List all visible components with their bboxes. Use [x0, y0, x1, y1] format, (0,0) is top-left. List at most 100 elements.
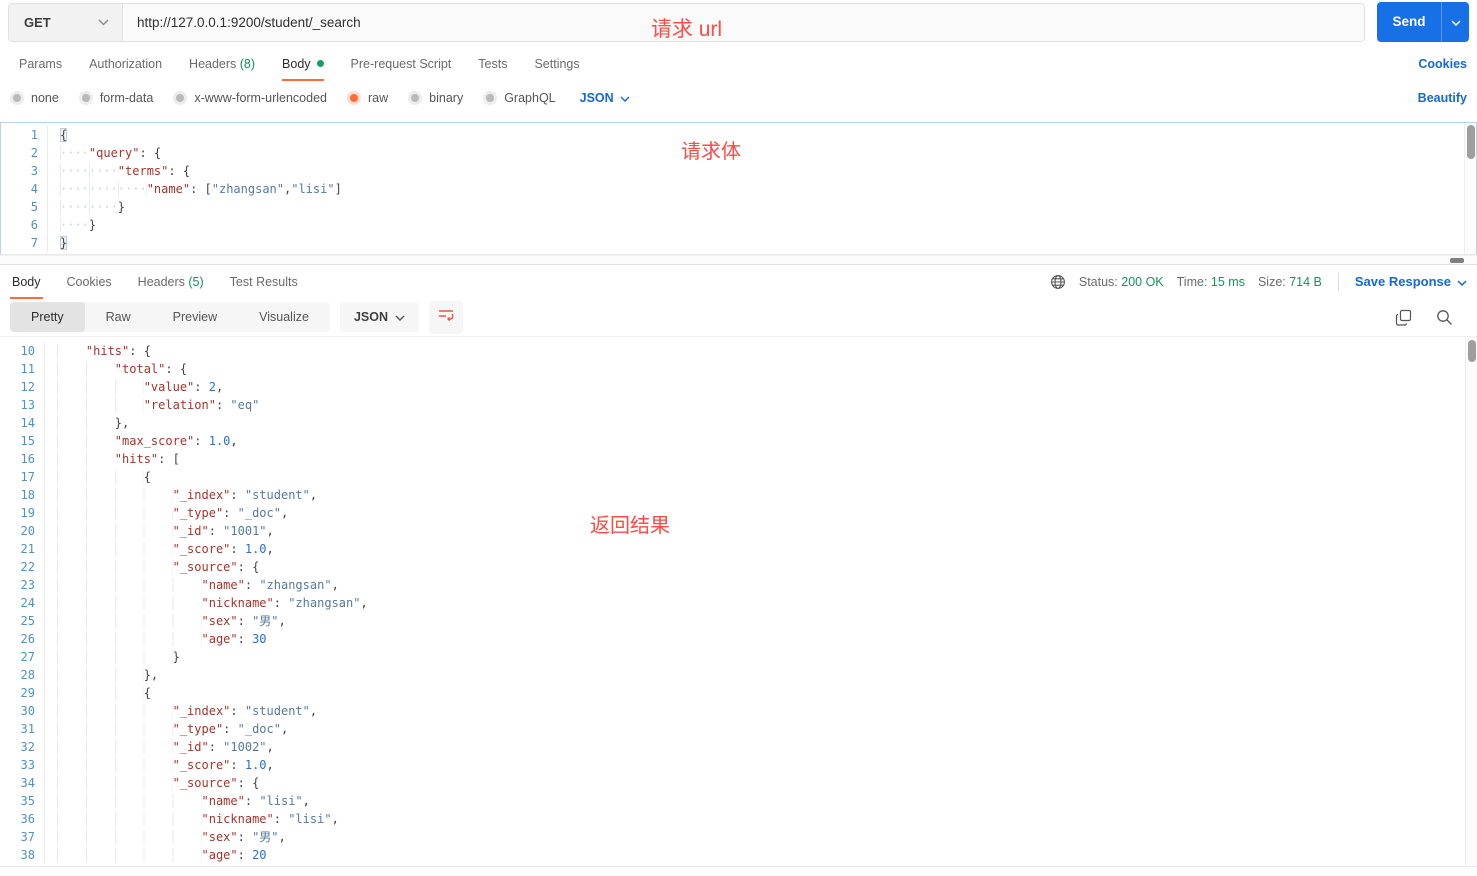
mode-label: raw	[368, 91, 389, 105]
response-status: Status: 200 OK	[1079, 275, 1164, 289]
code-line: 30 "_index": "student",	[0, 702, 1477, 720]
tab-label: Pre-request Script	[350, 57, 452, 71]
beautify-link[interactable]: Beautify	[1418, 91, 1467, 105]
response-tab-list: Body Cookies Headers (5) Test Results	[10, 265, 322, 299]
line-number: 21	[20, 542, 35, 556]
body-mode-none[interactable]: none	[10, 91, 59, 105]
tab-headers[interactable]: Headers (5)	[136, 265, 206, 299]
code-line: 35 "name": "lisi",	[0, 792, 1477, 810]
line-number: 32	[20, 740, 35, 754]
view-tab-preview[interactable]: Preview	[152, 302, 238, 332]
tab-headers[interactable]: Headers (8)	[180, 47, 264, 81]
code-line: 24 "nickname": "zhangsan",	[0, 594, 1477, 612]
scrollbar-thumb[interactable]	[1468, 340, 1476, 362]
copy-icon[interactable]	[1395, 309, 1412, 326]
globe-icon[interactable]	[1050, 274, 1066, 290]
body-mode-x-www-form-urlencoded[interactable]: x-www-form-urlencoded	[173, 91, 327, 105]
request-tab-list: Params Authorization Headers (8) Body Pre-re…	[10, 47, 598, 81]
mode-label: GraphQL	[504, 91, 556, 105]
line-number: 38	[20, 848, 35, 862]
line-number: 3	[30, 164, 38, 178]
divider	[1337, 272, 1339, 291]
code-line: 10 "hits": {	[0, 342, 1477, 360]
save-response-button[interactable]: Save Response	[1355, 274, 1467, 289]
tab-test-results[interactable]: Test Results	[228, 265, 300, 299]
response-time: Time: 15 ms	[1177, 275, 1245, 289]
cookies-link[interactable]: Cookies	[1418, 57, 1467, 71]
response-status-list: Status: 200 OK Time: 15 ms Size: 714 B	[1079, 275, 1322, 289]
body-mode-raw[interactable]: raw	[347, 91, 388, 105]
code-content: "age": 20	[44, 846, 267, 864]
body-mode-graphql[interactable]: GraphQL	[483, 91, 556, 105]
annotation-request-body: 请求体	[681, 139, 741, 163]
radio-icon	[483, 91, 498, 105]
code-line: 14 },	[0, 414, 1477, 432]
code-content: "_index": "student",	[44, 702, 317, 720]
response-format-select[interactable]: JSON	[339, 302, 419, 332]
chevron-down-icon	[1450, 13, 1461, 31]
view-tab-raw[interactable]: Raw	[85, 302, 152, 332]
line-number: 6	[30, 218, 38, 232]
send-button[interactable]: Send	[1377, 2, 1441, 42]
tab-authorization[interactable]: Authorization	[80, 47, 171, 81]
view-tab-pretty[interactable]: Pretty	[10, 302, 85, 332]
meta-label: Status:	[1078, 274, 1122, 289]
response-hscrollbar[interactable]	[0, 866, 1477, 876]
line-number: 7	[30, 236, 38, 250]
scrollbar-thumb[interactable]	[1467, 125, 1475, 159]
tab-tests[interactable]: Tests	[469, 47, 516, 81]
body-mode-form-data[interactable]: form-data	[78, 91, 153, 105]
request-editor-hscrollbar[interactable]	[0, 255, 1477, 264]
response-meta-right: Status: 200 OK Time: 15 ms Size: 714 B Sav…	[1050, 272, 1467, 291]
method-select[interactable]: GET	[9, 3, 123, 41]
method-label: GET	[24, 14, 51, 30]
response-body-viewer[interactable]: 10 "hits": {11 "total": {12 "value": 2, 1…	[0, 336, 1477, 866]
line-number: 14	[20, 416, 35, 430]
send-options-button[interactable]	[1441, 2, 1469, 42]
line-number: 19	[20, 506, 35, 520]
code-line: 12 "value": 2,	[0, 378, 1477, 396]
wrap-text-button[interactable]	[429, 300, 463, 334]
code-content: {	[44, 468, 151, 486]
code-line: 21 "_score": 1.0,	[0, 540, 1477, 558]
code-line: 7}	[1, 234, 1476, 252]
tab-cookies[interactable]: Cookies	[65, 265, 114, 299]
code-content: "name": "lisi",	[44, 792, 310, 810]
line-number: 35	[20, 794, 35, 808]
tab-body[interactable]: Body	[273, 47, 333, 81]
body-format-select[interactable]: JSON	[580, 91, 630, 105]
line-number: 33	[20, 758, 35, 772]
code-line: 34 "_source": {	[0, 774, 1477, 792]
code-content: "sex": "男",	[44, 612, 286, 630]
url-input[interactable]: http://127.0.0.1:9200/student/_search	[123, 4, 1364, 41]
tab-pre-request-script[interactable]: Pre-request Script	[342, 47, 461, 81]
body-format-label: JSON	[579, 91, 614, 105]
annotation-request-url: 请求 url	[650, 17, 723, 41]
line-number: 5	[30, 200, 38, 214]
meta-value: 714 B	[1289, 274, 1322, 289]
code-content: "_index": "student",	[44, 486, 317, 504]
tab-body[interactable]: Body	[10, 265, 43, 299]
mode-label: none	[31, 91, 59, 105]
line-number: 1	[30, 128, 38, 142]
line-number: 16	[20, 452, 35, 466]
scrollbar-thumb[interactable]	[1450, 258, 1464, 263]
response-scrollbar[interactable]	[1465, 337, 1477, 866]
code-content: }	[44, 648, 180, 666]
body-mode-binary[interactable]: binary	[408, 91, 463, 105]
response-view-tabs: Pretty Raw Preview Visualize	[10, 302, 330, 332]
tab-label: Params	[19, 57, 63, 71]
view-tab-visualize[interactable]: Visualize	[238, 302, 330, 332]
tab-settings[interactable]: Settings	[525, 47, 588, 81]
line-number: 23	[20, 578, 35, 592]
request-body-editor[interactable]: 1 {2 ····"query": {3 ········"terms": {4 ···…	[0, 122, 1477, 255]
line-number: 15	[20, 434, 35, 448]
tab-params[interactable]: Params	[10, 47, 71, 81]
search-icon[interactable]	[1436, 309, 1453, 326]
body-mode-row: none form-data x-www-form-urlencoded raw bin…	[0, 82, 1477, 114]
request-editor-scrollbar[interactable]	[1464, 123, 1476, 254]
line-number: 13	[20, 398, 35, 412]
chevron-down-icon	[620, 91, 630, 105]
line-number: 12	[20, 380, 35, 394]
line-number: 24	[20, 596, 35, 610]
